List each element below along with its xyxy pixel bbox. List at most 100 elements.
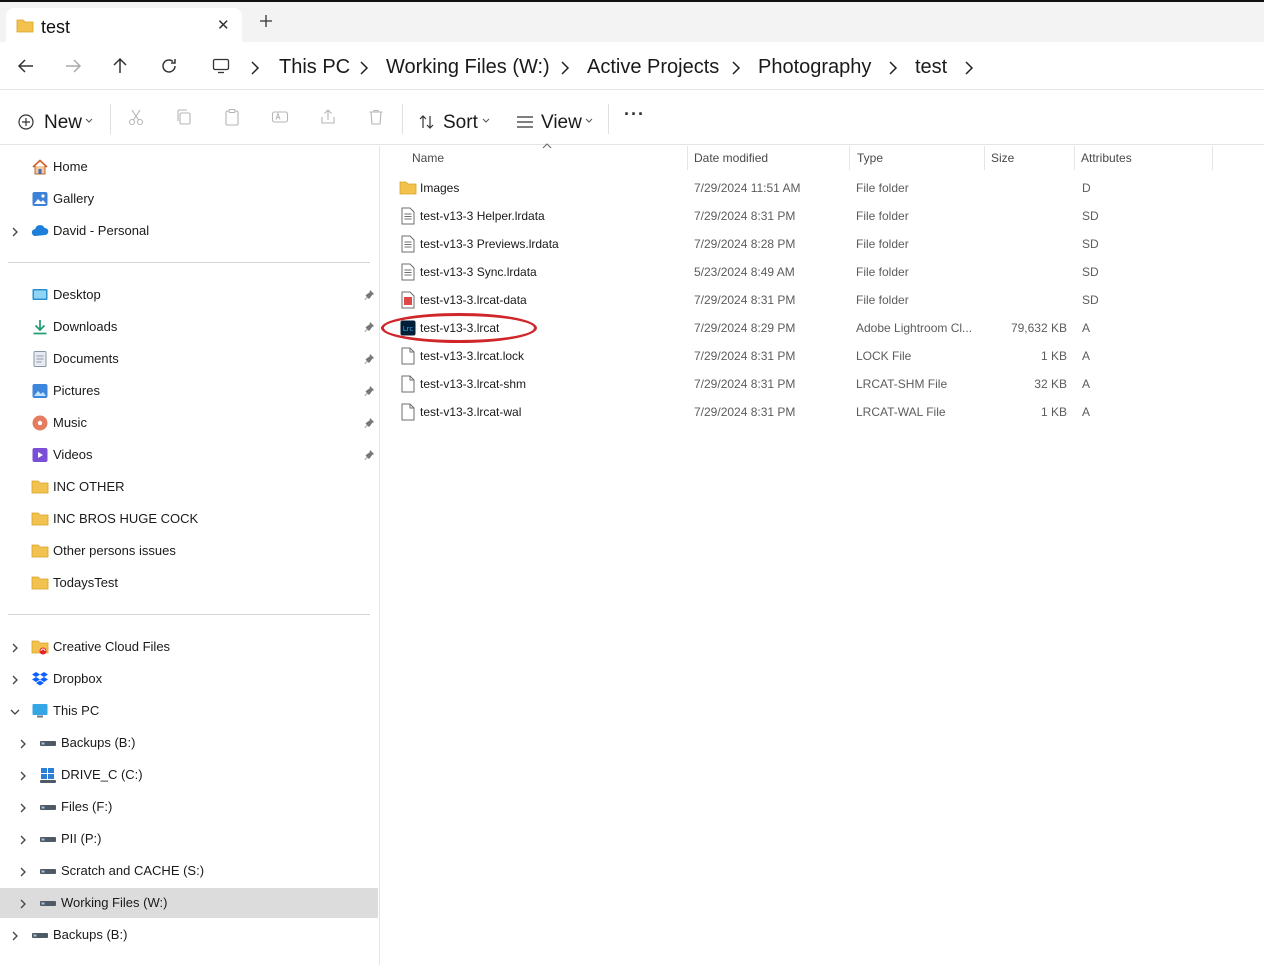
file-date: 7/29/2024 8:31 PM bbox=[694, 405, 796, 419]
chevron-right-icon[interactable] bbox=[560, 61, 570, 75]
sidebar-item[interactable]: Downloads bbox=[0, 312, 378, 342]
pin-icon[interactable] bbox=[363, 288, 375, 306]
sidebar-item[interactable]: Music bbox=[0, 408, 378, 438]
folder-icon bbox=[16, 19, 34, 33]
pin-icon[interactable] bbox=[363, 352, 375, 370]
chevron-right-icon[interactable] bbox=[731, 61, 741, 75]
new-tab-button[interactable] bbox=[259, 14, 273, 28]
sidebar-item[interactable]: Files (F:) bbox=[0, 792, 378, 822]
column-header-date[interactable]: Date modified bbox=[694, 151, 768, 165]
sidebar-item-label: Scratch and CACHE (S:) bbox=[61, 863, 205, 878]
sidebar-item[interactable]: David - Personal bbox=[0, 216, 378, 246]
chevron-right-icon[interactable] bbox=[17, 801, 29, 819]
column-header-type[interactable]: Type bbox=[857, 151, 883, 165]
sidebar-item[interactable]: Working Files (W:) bbox=[0, 888, 378, 918]
file-row[interactable]: test-v13-3.lrcat-shm 7/29/2024 8:31 PM LRC… bbox=[381, 370, 1264, 398]
file-row[interactable]: test-v13-3 Helper.lrdata 7/29/2024 8:31 P… bbox=[381, 202, 1264, 230]
breadcrumb-working-files[interactable]: Working Files (W:) bbox=[386, 56, 550, 79]
view-button[interactable]: View bbox=[512, 104, 598, 136]
breadcrumb-active-projects[interactable]: Active Projects bbox=[587, 56, 719, 79]
file-date: 7/29/2024 8:28 PM bbox=[694, 237, 796, 251]
chevron-right-icon[interactable] bbox=[9, 225, 21, 243]
sidebar-item[interactable]: INC OTHER bbox=[0, 472, 378, 502]
breadcrumb-this-pc[interactable]: This PC bbox=[279, 56, 350, 79]
chevron-right-icon[interactable] bbox=[359, 61, 369, 75]
chevron-right-icon[interactable] bbox=[250, 61, 260, 75]
share-icon[interactable] bbox=[319, 108, 337, 126]
pin-icon[interactable] bbox=[363, 320, 375, 338]
breadcrumb-test[interactable]: test bbox=[915, 56, 947, 79]
pin-icon[interactable] bbox=[363, 384, 375, 402]
rename-icon[interactable] bbox=[271, 108, 289, 126]
column-separator[interactable] bbox=[849, 146, 850, 170]
file-row[interactable]: test-v13-3.lrcat-data 7/29/2024 8:31 PM Fi… bbox=[381, 286, 1264, 314]
sidebar-item[interactable]: Other persons issues bbox=[0, 536, 378, 566]
windows-drive-icon bbox=[39, 766, 57, 789]
file-type: LRCAT-WAL File bbox=[856, 405, 946, 419]
sidebar-item[interactable]: This PC bbox=[0, 696, 378, 726]
refresh-button[interactable] bbox=[157, 54, 181, 78]
sidebar-item[interactable]: Backups (B:) bbox=[0, 920, 378, 950]
file-type: Adobe Lightroom Cl... bbox=[856, 321, 973, 335]
sort-button[interactable]: Sort bbox=[414, 104, 494, 136]
sidebar-item[interactable]: Backups (B:) bbox=[0, 728, 378, 758]
sidebar-item[interactable]: Dropbox bbox=[0, 664, 378, 694]
cut-icon[interactable] bbox=[127, 108, 145, 126]
delete-icon[interactable] bbox=[367, 108, 385, 126]
chevron-right-icon[interactable] bbox=[17, 865, 29, 883]
sidebar-item[interactable]: Documents bbox=[0, 344, 378, 374]
chevron-down-icon[interactable] bbox=[9, 705, 21, 723]
new-button[interactable]: New bbox=[12, 104, 98, 136]
lrdata-icon bbox=[399, 207, 417, 230]
column-header-size[interactable]: Size bbox=[991, 151, 1014, 165]
chevron-right-icon[interactable] bbox=[9, 641, 21, 659]
file-row[interactable]: test-v13-3 Sync.lrdata 5/23/2024 8:49 AM F… bbox=[381, 258, 1264, 286]
file-row[interactable]: test-v13-3.lrcat-wal 7/29/2024 8:31 PM LRC… bbox=[381, 398, 1264, 426]
chevron-right-icon[interactable] bbox=[888, 61, 898, 75]
chevron-right-icon[interactable] bbox=[9, 929, 21, 947]
chevron-right-icon[interactable] bbox=[17, 769, 29, 787]
copy-icon[interactable] bbox=[175, 108, 193, 126]
column-separator[interactable] bbox=[687, 146, 688, 170]
lrdata-icon bbox=[399, 263, 417, 286]
sidebar-item[interactable]: PII (P:) bbox=[0, 824, 378, 854]
sidebar-item[interactable]: Pictures bbox=[0, 376, 378, 406]
up-button[interactable] bbox=[108, 54, 132, 78]
file-row[interactable]: Images 7/29/2024 11:51 AM File folder D bbox=[381, 174, 1264, 202]
chevron-right-icon[interactable] bbox=[17, 897, 29, 915]
file-date: 5/23/2024 8:49 AM bbox=[694, 265, 795, 279]
sidebar-item[interactable]: Home bbox=[0, 152, 378, 182]
sidebar-item[interactable]: Creative Cloud Files bbox=[0, 632, 378, 662]
file-row[interactable]: test-v13-3.lrcat.lock 7/29/2024 8:31 PM LO… bbox=[381, 342, 1264, 370]
more-options-button[interactable]: ··· bbox=[624, 104, 645, 125]
column-separator[interactable] bbox=[984, 146, 985, 170]
paste-icon[interactable] bbox=[223, 108, 241, 126]
sidebar-item[interactable]: DRIVE_C (C:) bbox=[0, 760, 378, 790]
pin-icon[interactable] bbox=[363, 416, 375, 434]
column-header-attributes[interactable]: Attributes bbox=[1081, 151, 1132, 165]
address-field[interactable]: This PC Working Files (W:) Active Projec… bbox=[200, 46, 1264, 86]
file-date: 7/29/2024 8:31 PM bbox=[694, 349, 796, 363]
downloads-icon bbox=[31, 318, 49, 341]
file-size: 1 KB bbox=[1040, 349, 1067, 363]
chevron-right-icon[interactable] bbox=[964, 61, 974, 75]
sidebar-item[interactable]: INC BROS HUGE COCK bbox=[0, 504, 378, 534]
file-row[interactable]: test-v13-3 Previews.lrdata 7/29/2024 8:28… bbox=[381, 230, 1264, 258]
chevron-right-icon[interactable] bbox=[17, 737, 29, 755]
sidebar-item[interactable]: Videos bbox=[0, 440, 378, 470]
column-header-name[interactable]: Name bbox=[412, 151, 444, 165]
close-icon[interactable]: ✕ bbox=[217, 16, 230, 34]
column-separator[interactable] bbox=[1212, 146, 1213, 170]
chevron-right-icon[interactable] bbox=[17, 833, 29, 851]
sidebar-item[interactable]: Gallery bbox=[0, 184, 378, 214]
forward-button[interactable] bbox=[61, 54, 85, 78]
sidebar-item[interactable]: TodaysTest bbox=[0, 568, 378, 598]
chevron-right-icon[interactable] bbox=[9, 673, 21, 691]
tab-test[interactable]: test ✕ bbox=[6, 8, 242, 44]
pin-icon[interactable] bbox=[363, 448, 375, 466]
back-button[interactable] bbox=[14, 54, 38, 78]
column-separator[interactable] bbox=[1074, 146, 1075, 170]
sidebar-item[interactable]: Scratch and CACHE (S:) bbox=[0, 856, 378, 886]
breadcrumb-photography[interactable]: Photography bbox=[758, 56, 871, 79]
sidebar-item[interactable]: Desktop bbox=[0, 280, 378, 310]
